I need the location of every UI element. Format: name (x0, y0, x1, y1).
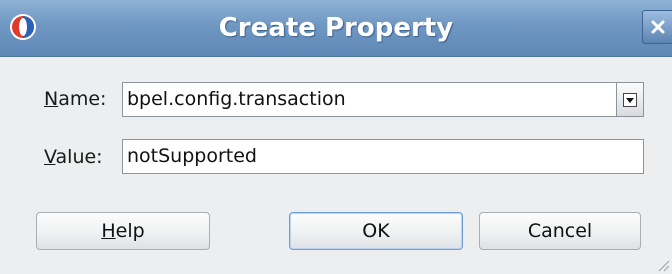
value-field[interactable]: notSupported (122, 139, 644, 174)
value-label: Value: (44, 146, 103, 168)
name-dropdown-button[interactable] (616, 82, 644, 117)
ok-button[interactable]: OK (289, 212, 463, 250)
close-button[interactable] (642, 10, 672, 44)
resize-grip-icon[interactable] (655, 257, 670, 272)
cancel-button[interactable]: Cancel (479, 212, 641, 250)
title-bar[interactable]: Create Property (0, 0, 672, 57)
dialog-title: Create Property (218, 13, 454, 43)
create-property-dialog: Create Property Name: bpel.config.transa… (0, 0, 672, 274)
close-icon (651, 20, 665, 34)
help-button[interactable]: Help (36, 212, 210, 250)
name-label: Name: (44, 88, 107, 110)
name-combobox-input[interactable]: bpel.config.transaction (122, 82, 616, 117)
chevron-down-icon (623, 93, 637, 107)
